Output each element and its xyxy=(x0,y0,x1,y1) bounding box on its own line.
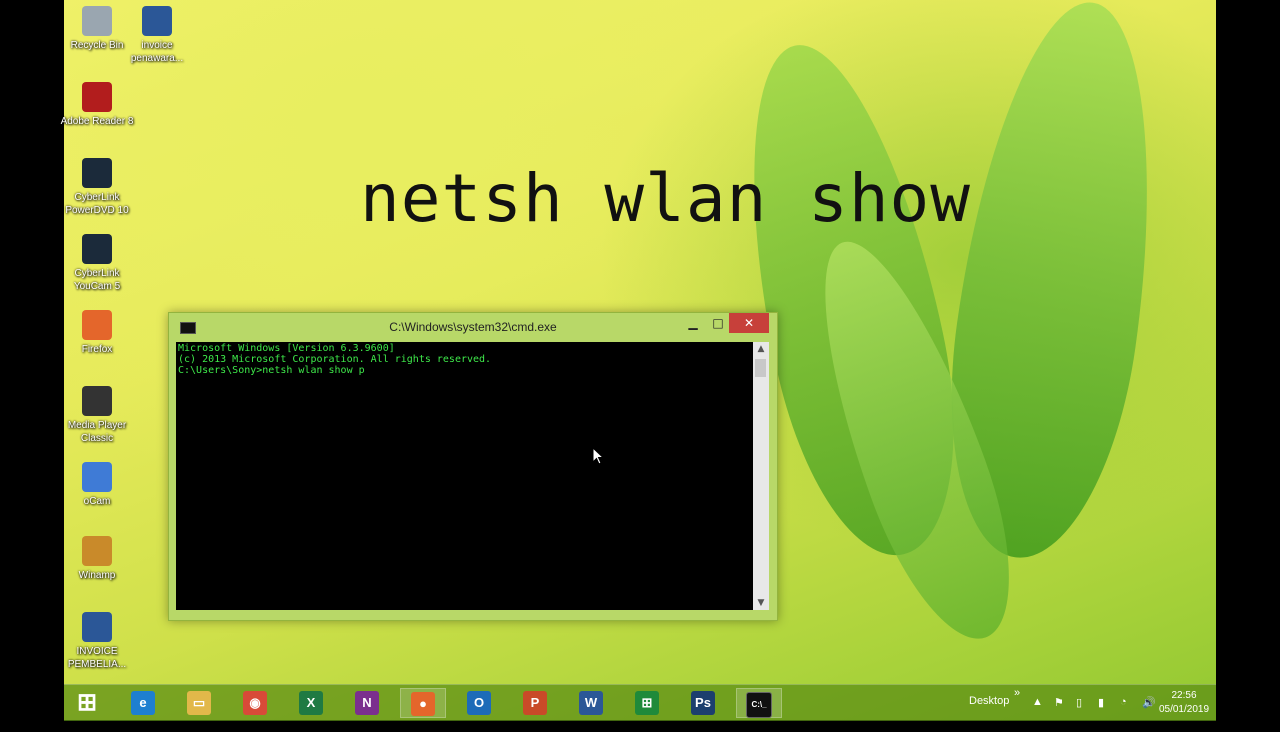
onenote-icon: N xyxy=(355,691,379,715)
desktop-icon-firefox[interactable]: Firefox xyxy=(57,310,137,356)
console-line: (c) 2013 Microsoft Corporation. All righ… xyxy=(178,354,492,365)
taskbar-powerpoint[interactable]: P xyxy=(512,688,558,718)
scroll-thumb[interactable] xyxy=(755,359,766,377)
firefox-icon: ● xyxy=(411,692,435,716)
cmd-icon: C:\_ xyxy=(746,692,772,718)
cyberlink-youcam-icon xyxy=(82,234,112,264)
taskbar-internet-explorer[interactable]: e xyxy=(120,688,166,718)
recycle-bin-icon xyxy=(82,6,112,36)
desktop-icon-label: Firefox xyxy=(81,344,113,355)
taskbar-word[interactable]: W xyxy=(568,688,614,718)
scroll-down-icon[interactable]: ▼ xyxy=(753,596,769,610)
folder-icon: ▭ xyxy=(187,691,211,715)
power-icon[interactable]: ▮ xyxy=(1098,696,1104,732)
firefox-icon xyxy=(82,310,112,340)
desktop-icon-invoice-penawaran[interactable]: invoice penawara... xyxy=(117,6,197,65)
desktop-icon-cyberlink-powerdvd[interactable]: CyberLink PowerDVD 10 xyxy=(57,158,137,217)
taskbar: ⊞ e ▭ ◉ X N ● O P W ⊞ Ps C:\_ Desktop » ▲ ⚑ ▯ ▮ ◔ 🔊 22:56… xyxy=(64,684,1216,721)
network-icon[interactable]: ◔ xyxy=(1120,696,1127,732)
taskbar-excel[interactable]: X xyxy=(288,688,334,718)
desktop-icon-invoice-pembelian[interactable]: INVOICE PEMBELIA... xyxy=(57,612,137,671)
action-center-flag-icon[interactable]: ⚑ xyxy=(1054,696,1064,732)
invoice-penawaran-icon xyxy=(142,6,172,36)
desktop-icon-cyberlink-youcam[interactable]: CyberLink YouCam 5 xyxy=(57,234,137,293)
ie-icon: e xyxy=(131,691,155,715)
desktop-icon-label: Winamp xyxy=(78,570,116,581)
chrome-icon: ◉ xyxy=(243,691,267,715)
clock-date: 05/01/2019 xyxy=(1158,704,1210,715)
taskbar-photoshop[interactable]: Ps xyxy=(680,688,726,718)
taskbar-file-explorer[interactable]: ▭ xyxy=(176,688,222,718)
overlay-caption: netsh wlan show xyxy=(360,160,972,237)
desktop-icon-adobe-reader[interactable]: Adobe Reader 8 xyxy=(57,82,137,128)
show-hidden-icons-icon[interactable]: ▲ xyxy=(1032,696,1043,732)
invoice-pembelian-icon xyxy=(82,612,112,642)
desktop-icon-label: CyberLink PowerDVD 10 xyxy=(65,192,129,216)
taskbar-onenote[interactable]: N xyxy=(344,688,390,718)
desktop-icon-label: invoice penawara... xyxy=(130,40,184,64)
scroll-up-icon[interactable]: ▲ xyxy=(753,342,769,356)
console-line: Microsoft Windows [Version 6.3.9600] xyxy=(178,343,395,354)
desktop-icon-label: Media Player Classic xyxy=(67,420,127,444)
mouse-cursor-icon xyxy=(592,447,604,465)
console-line: C:\Users\Sony>netsh wlan show p xyxy=(178,365,365,376)
taskbar-outlook[interactable]: O xyxy=(456,688,502,718)
store-icon: ⊞ xyxy=(635,691,659,715)
powerpoint-icon: P xyxy=(523,691,547,715)
desktop-icon-ocam[interactable]: oCam xyxy=(57,462,137,508)
desktop-icon-label: Adobe Reader 8 xyxy=(60,116,134,127)
vertical-scrollbar[interactable]: ▲ ▼ xyxy=(753,342,769,610)
desktop-icon-media-player-classic[interactable]: Media Player Classic xyxy=(57,386,137,445)
cmd-title-bar[interactable]: C:\Windows\system32\cmd.exe ▁ □ ✕ xyxy=(169,313,777,341)
desktop-toolbar-label[interactable]: Desktop xyxy=(969,695,1009,731)
desktop-toolbar-chevron-icon[interactable]: » xyxy=(1014,687,1020,723)
close-button[interactable]: ✕ xyxy=(729,313,769,333)
clock-time: 22:56 xyxy=(1171,690,1197,701)
adobe-reader-icon xyxy=(82,82,112,112)
cyberlink-powerdvd-icon xyxy=(82,158,112,188)
cmd-window[interactable]: C:\Windows\system32\cmd.exe ▁ □ ✕ Micros… xyxy=(168,312,778,621)
clock[interactable]: 22:56 05/01/2019 xyxy=(1144,689,1224,717)
winamp-icon xyxy=(82,536,112,566)
console-output[interactable]: Microsoft Windows [Version 6.3.9600] (c) … xyxy=(176,342,753,610)
taskbar-chrome[interactable]: ◉ xyxy=(232,688,278,718)
battery-icon[interactable]: ▯ xyxy=(1076,696,1082,732)
maximize-button[interactable]: □ xyxy=(708,313,728,333)
desktop-icon-winamp[interactable]: Winamp xyxy=(57,536,137,582)
taskbar-start-button[interactable]: ⊞ xyxy=(64,688,110,718)
media-player-classic-icon xyxy=(82,386,112,416)
word-icon: W xyxy=(579,691,603,715)
taskbar-command-prompt[interactable]: C:\_ xyxy=(736,688,782,718)
taskbar-firefox[interactable]: ● xyxy=(400,688,446,718)
windows-logo-icon: ⊞ xyxy=(76,689,98,716)
desktop-icon-label: CyberLink YouCam 5 xyxy=(73,268,121,292)
desktop-icon-label: oCam xyxy=(83,496,111,507)
minimize-button[interactable]: ▁ xyxy=(683,313,703,333)
ocam-icon xyxy=(82,462,112,492)
taskbar-store[interactable]: ⊞ xyxy=(624,688,670,718)
photoshop-icon: Ps xyxy=(691,691,715,715)
outlook-icon: O xyxy=(467,691,491,715)
excel-icon: X xyxy=(299,691,323,715)
desktop-icon-label: INVOICE PEMBELIA... xyxy=(67,646,127,670)
